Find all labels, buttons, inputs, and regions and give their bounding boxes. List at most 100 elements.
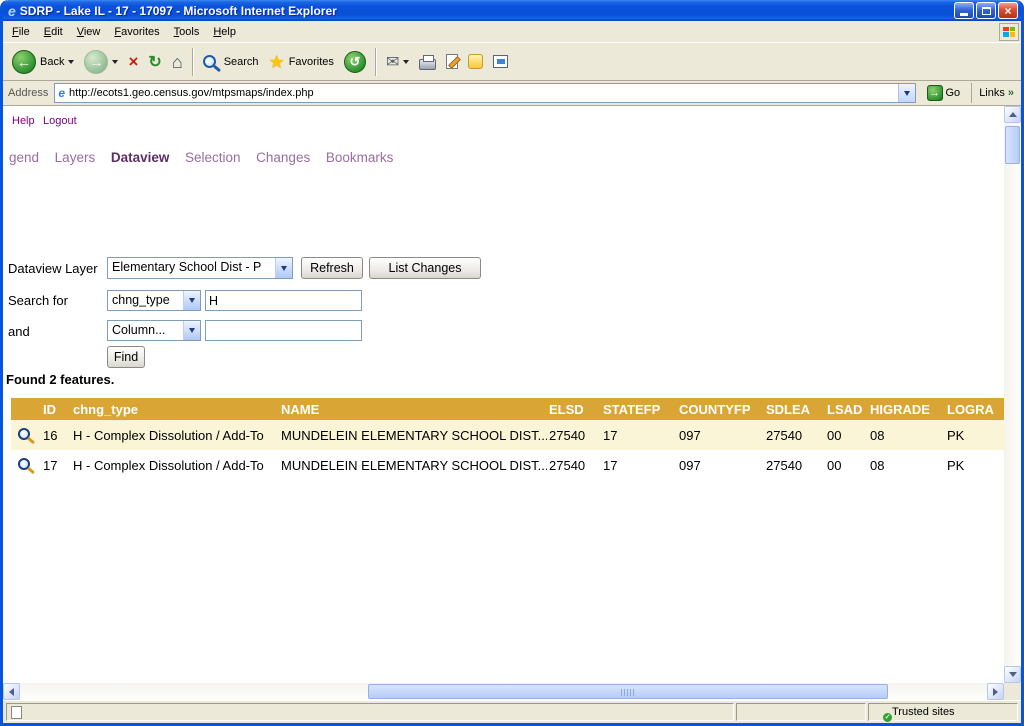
- cell-name: MUNDELEIN ELEMENTARY SCHOOL DIST...: [279, 450, 547, 480]
- cell-lsad: 00: [825, 420, 868, 450]
- back-button[interactable]: ← Back: [7, 46, 79, 78]
- links-button[interactable]: Links »: [971, 83, 1016, 103]
- menu-bar: File Edit View Favorites Tools Help: [3, 21, 1021, 43]
- forward-dropdown-icon[interactable]: [112, 60, 118, 64]
- minimize-icon: [960, 13, 968, 16]
- nav-changes[interactable]: Changes: [256, 150, 310, 165]
- title-bar: e SDRP - Lake IL - 17 - 17097 - Microsof…: [3, 0, 1021, 21]
- mail-dropdown-icon[interactable]: [403, 60, 409, 64]
- cell-statefp: 17: [601, 420, 677, 450]
- menu-help[interactable]: Help: [206, 23, 243, 41]
- address-dropdown-button[interactable]: [898, 84, 915, 102]
- horizontal-scrollbar[interactable]: [3, 683, 1004, 700]
- menu-tools[interactable]: Tools: [167, 23, 207, 41]
- col-header-higrade: HIGRADE: [868, 398, 945, 420]
- search-column-select[interactable]: chng_type: [107, 290, 201, 311]
- chevron-down-icon: [189, 298, 195, 303]
- edit-icon: [446, 54, 458, 69]
- and-column-select[interactable]: Column...: [107, 320, 201, 341]
- and-label: and: [8, 324, 30, 339]
- select-arrow-button[interactable]: [183, 321, 200, 340]
- messenger-button[interactable]: [463, 46, 488, 78]
- vertical-scroll-thumb[interactable]: [1005, 126, 1020, 164]
- menu-view[interactable]: View: [70, 23, 108, 41]
- cell-lograde: PK: [945, 420, 1004, 450]
- discuss-button[interactable]: [488, 46, 513, 78]
- cell-higrade: 08: [868, 420, 945, 450]
- status-spacer-panel: [736, 703, 866, 721]
- cell-lograde: PK: [945, 450, 1004, 480]
- find-button[interactable]: Find: [107, 346, 145, 368]
- page-favicon-icon: e: [58, 86, 65, 100]
- web-page: Help Logout gend Layers Dataview Selecti…: [3, 106, 1004, 683]
- menu-file[interactable]: File: [5, 23, 37, 41]
- col-header-elsd: ELSD: [547, 398, 601, 420]
- cell-statefp: 17: [601, 450, 677, 480]
- col-header-icon: [11, 398, 41, 420]
- maximize-button[interactable]: [976, 2, 996, 19]
- dataview-layer-label: Dataview Layer: [8, 261, 98, 276]
- col-header-lsad: LSAD: [825, 398, 868, 420]
- zoom-feature-icon[interactable]: [18, 458, 30, 470]
- select-arrow-button[interactable]: [183, 291, 200, 310]
- back-dropdown-icon[interactable]: [68, 60, 74, 64]
- help-link[interactable]: Help: [12, 115, 35, 127]
- home-button[interactable]: ⌂: [167, 46, 188, 78]
- scrollbar-corner: [1004, 683, 1021, 700]
- stop-icon: ×: [128, 53, 138, 70]
- select-arrow-button[interactable]: [275, 258, 292, 278]
- edit-button[interactable]: [441, 46, 463, 78]
- vertical-scrollbar[interactable]: [1004, 106, 1021, 683]
- cell-name: MUNDELEIN ELEMENTARY SCHOOL DIST...: [279, 420, 547, 450]
- col-header-sdlea: SDLEA: [764, 398, 825, 420]
- col-header-statefp: STATEFP: [601, 398, 677, 420]
- col-header-id: ID: [41, 398, 71, 420]
- nav-selection[interactable]: Selection: [185, 150, 241, 165]
- status-main-panel: [6, 703, 734, 721]
- search-button[interactable]: Search: [198, 46, 264, 78]
- nav-bookmarks[interactable]: Bookmarks: [326, 150, 394, 165]
- scroll-up-button[interactable]: [1004, 106, 1021, 123]
- go-button[interactable]: → Go: [922, 82, 966, 104]
- go-icon: →: [927, 85, 943, 101]
- address-input[interactable]: [69, 85, 897, 101]
- links-label: Links: [979, 87, 1005, 99]
- table-header-row: ID chng_type NAME ELSD STATEFP COUNTYFP …: [11, 398, 1004, 420]
- nav-layers[interactable]: Layers: [55, 150, 96, 165]
- nav-legend[interactable]: gend: [9, 150, 39, 165]
- favorites-label: Favorites: [289, 56, 334, 68]
- forward-button[interactable]: →: [79, 46, 123, 78]
- nav-dataview[interactable]: Dataview: [111, 150, 170, 165]
- dataview-layer-select[interactable]: Elementary School Dist - P: [107, 257, 293, 279]
- browser-viewport: Help Logout gend Layers Dataview Selecti…: [3, 106, 1021, 700]
- mail-icon: ✉: [386, 52, 399, 72]
- history-icon: ↺: [344, 51, 366, 73]
- scroll-down-button[interactable]: [1004, 666, 1021, 683]
- ie-logo-icon: e: [8, 4, 16, 18]
- menu-favorites[interactable]: Favorites: [107, 23, 166, 41]
- print-button[interactable]: [414, 46, 441, 78]
- scroll-left-button[interactable]: [3, 683, 20, 700]
- logout-link[interactable]: Logout: [43, 115, 77, 127]
- print-icon: [419, 59, 436, 70]
- mail-button[interactable]: ✉: [381, 46, 414, 78]
- discuss-icon: [493, 55, 508, 68]
- zoom-feature-icon[interactable]: [18, 428, 30, 440]
- minimize-button[interactable]: [954, 2, 974, 19]
- stop-button[interactable]: ×: [123, 46, 143, 78]
- address-bar: Address e → Go Links »: [3, 81, 1021, 106]
- and-column-value: Column...: [108, 321, 183, 340]
- scroll-right-button[interactable]: [987, 683, 1004, 700]
- horizontal-scroll-thumb[interactable]: [368, 684, 888, 699]
- list-changes-button[interactable]: List Changes: [369, 257, 481, 279]
- history-button[interactable]: ↺: [339, 46, 371, 78]
- refresh-layer-button[interactable]: Refresh: [301, 257, 363, 279]
- menu-edit[interactable]: Edit: [37, 23, 70, 41]
- col-header-chng-type: chng_type: [71, 398, 279, 420]
- close-button[interactable]: ×: [998, 2, 1018, 19]
- and-value-input[interactable]: [205, 320, 362, 341]
- search-value-input[interactable]: [205, 290, 362, 311]
- col-header-name: NAME: [279, 398, 547, 420]
- favorites-button[interactable]: ★ Favorites: [264, 46, 339, 78]
- refresh-button[interactable]: ↻: [143, 46, 166, 78]
